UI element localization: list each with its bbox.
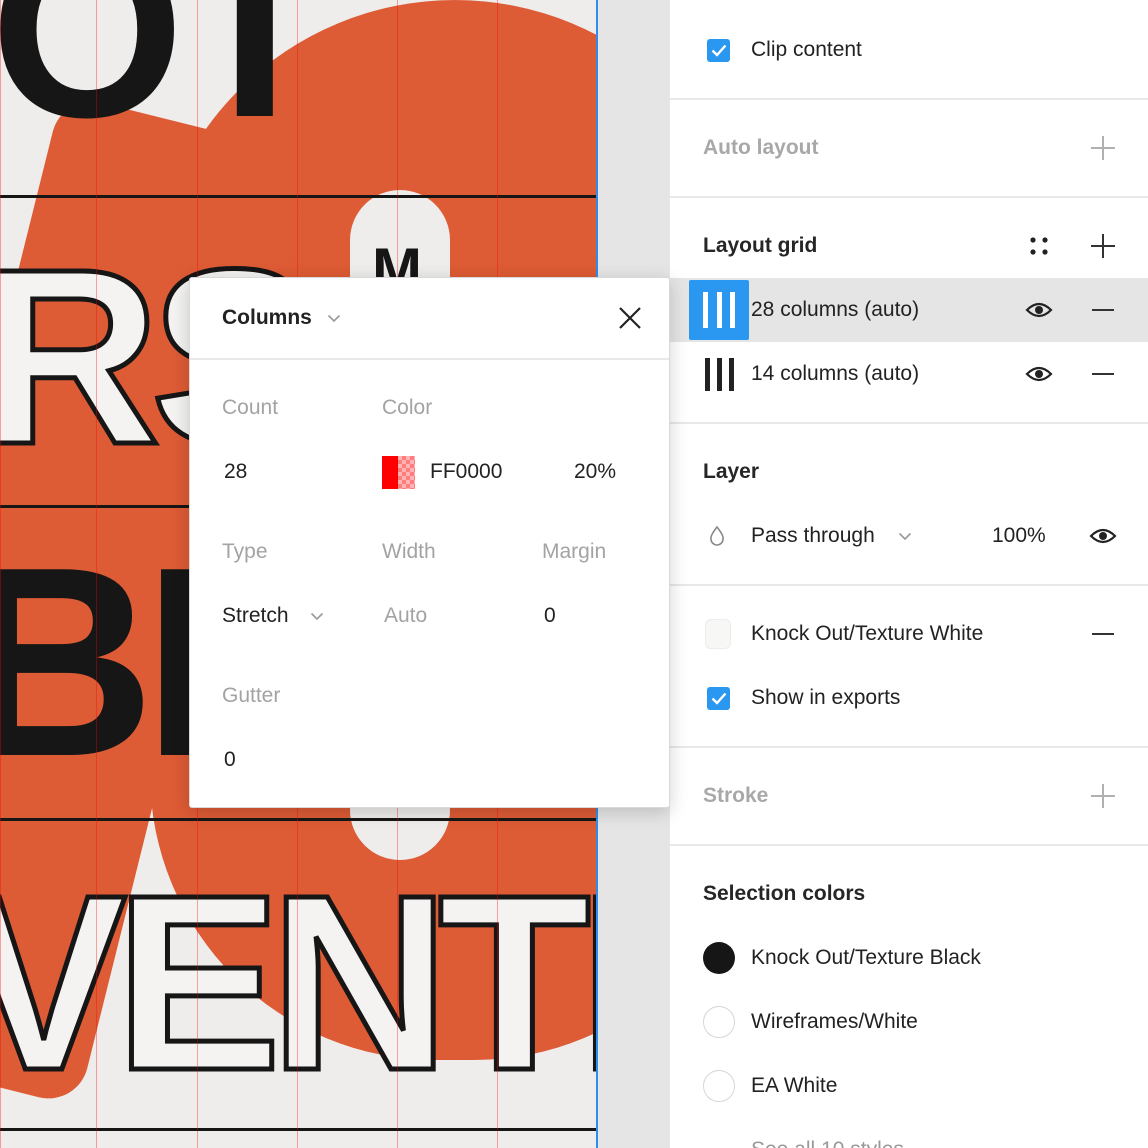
remove-fill-button[interactable] — [1088, 619, 1118, 649]
width-label: Width — [382, 540, 436, 563]
eye-icon — [1025, 302, 1053, 318]
fill-style-row[interactable]: Knock Out/Texture White — [670, 602, 1148, 666]
poster-rule — [0, 195, 598, 198]
add-auto-layout-button[interactable] — [1088, 133, 1118, 163]
width-input[interactable]: Auto — [384, 604, 427, 628]
layer-visibility-toggle[interactable] — [1088, 521, 1118, 551]
poster-text-top: OT — [0, 0, 331, 169]
properties-panel: Clip content Auto layout Layout grid 28 … — [669, 0, 1148, 1148]
layer-section: Layer Pass through 100% — [670, 424, 1148, 586]
close-icon[interactable] — [618, 306, 642, 330]
popover-header: Columns — [190, 278, 669, 360]
drop-icon — [710, 525, 724, 546]
minus-icon — [1092, 633, 1114, 635]
stroke-title: Stroke — [703, 784, 769, 807]
grid-column-line — [0, 0, 1, 1148]
color-label: Color — [382, 396, 433, 419]
grid-column-line — [96, 0, 97, 1148]
color-swatch[interactable] — [703, 1070, 735, 1102]
blend-mode-select[interactable]: Pass through — [751, 524, 875, 548]
selection-colors-title: Selection colors — [703, 882, 866, 905]
poster-text-row4: VENTIO — [0, 843, 598, 1122]
margin-label: Margin — [542, 540, 607, 563]
visibility-toggle[interactable] — [1024, 359, 1054, 389]
show-in-exports-label: Show in exports — [751, 686, 901, 709]
chevron-down-icon[interactable] — [310, 612, 324, 621]
selection-color-item[interactable]: Wireframes/White — [670, 990, 1148, 1054]
plus-icon — [1091, 234, 1115, 258]
poster-rule — [0, 818, 598, 821]
selection-color-label: EA White — [751, 1074, 838, 1097]
layout-grid-item-label: 28 columns (auto) — [751, 298, 920, 321]
poster-rule — [0, 1128, 598, 1131]
remove-grid-button[interactable] — [1088, 295, 1118, 325]
eye-icon — [1025, 366, 1053, 382]
columns-grid-icon[interactable] — [689, 280, 749, 340]
color-opacity-input[interactable]: 20% — [574, 460, 616, 484]
minus-icon — [1092, 373, 1114, 375]
type-label: Type — [222, 540, 268, 563]
fill-style-name: Knock Out/Texture White — [751, 622, 984, 645]
auto-layout-section: Auto layout — [670, 100, 1148, 198]
layout-grid-item-label: 14 columns (auto) — [751, 362, 920, 385]
count-input[interactable]: 28 — [224, 460, 247, 484]
auto-layout-title: Auto layout — [703, 136, 819, 159]
selection-color-item[interactable]: EA White — [670, 1054, 1148, 1118]
fill-swatch[interactable] — [705, 619, 731, 649]
show-in-exports-checkbox[interactable] — [707, 686, 730, 710]
add-layout-grid-button[interactable] — [1088, 231, 1118, 261]
color-hex-input[interactable]: FF0000 — [430, 460, 502, 484]
type-select[interactable]: Stretch — [222, 604, 289, 628]
gutter-label: Gutter — [222, 684, 281, 707]
fill-section: Knock Out/Texture White Show in exports — [670, 586, 1148, 748]
layout-grid-title: Layout grid — [703, 234, 818, 257]
chevron-down-icon[interactable] — [327, 314, 341, 323]
visibility-toggle[interactable] — [1024, 295, 1054, 325]
margin-input[interactable]: 0 — [544, 604, 556, 628]
clip-content-label: Clip content — [751, 38, 862, 61]
show-in-exports-row[interactable]: Show in exports — [670, 666, 1148, 730]
layer-opacity-input[interactable]: 100% — [992, 524, 1046, 548]
color-swatch[interactable] — [703, 1006, 735, 1038]
layout-grid-item[interactable]: 28 columns (auto) — [670, 278, 1148, 342]
frame-section: Clip content — [670, 0, 1148, 100]
plus-icon — [1091, 784, 1115, 808]
check-icon — [711, 692, 726, 705]
styles-grid-icon — [1030, 237, 1048, 255]
layout-grid-section: Layout grid 28 columns (auto) 14 columns… — [670, 198, 1148, 424]
see-all-styles-link[interactable]: See all 10 styles — [670, 1118, 1148, 1148]
clip-content-row[interactable]: Clip content — [670, 18, 1148, 82]
see-all-styles-label: See all 10 styles — [751, 1138, 904, 1148]
grid-styles-button[interactable] — [1024, 231, 1054, 261]
layout-grid-settings-popover: Columns Count Color 28 FF0000 20% Type W… — [189, 277, 670, 808]
selection-color-label: Wireframes/White — [751, 1010, 918, 1033]
columns-grid-icon[interactable] — [703, 357, 736, 391]
color-swatch[interactable] — [703, 942, 735, 974]
selection-color-item[interactable]: Knock Out/Texture Black — [670, 926, 1148, 990]
selection-color-label: Knock Out/Texture Black — [751, 946, 981, 969]
clip-content-checkbox[interactable] — [707, 38, 730, 62]
selection-colors-section: Selection colors Knock Out/Texture Black… — [670, 846, 1148, 1148]
minus-icon — [1092, 309, 1114, 311]
grid-color-swatch[interactable] — [382, 456, 415, 489]
stroke-section: Stroke — [670, 748, 1148, 846]
eye-icon — [1089, 528, 1117, 544]
check-icon — [711, 44, 726, 57]
plus-icon — [1091, 136, 1115, 160]
gutter-input[interactable]: 0 — [224, 748, 236, 772]
count-label: Count — [222, 396, 279, 419]
layout-grid-item[interactable]: 14 columns (auto) — [670, 342, 1148, 406]
layer-title: Layer — [703, 460, 760, 483]
grid-type-select[interactable]: Columns — [222, 306, 312, 330]
add-stroke-button[interactable] — [1088, 781, 1118, 811]
chevron-down-icon[interactable] — [898, 532, 912, 541]
remove-grid-button[interactable] — [1088, 359, 1118, 389]
layer-blend-row: Pass through 100% — [670, 504, 1148, 568]
